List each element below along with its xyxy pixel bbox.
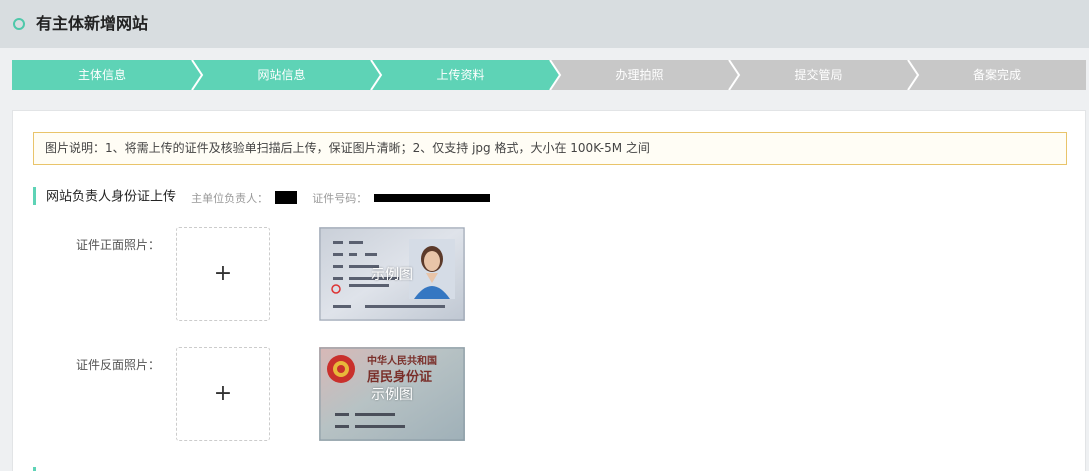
sample-caption: 示例图 — [371, 267, 413, 283]
redacted-id-number — [374, 193, 491, 202]
step-divider-arrow — [727, 60, 741, 90]
sample-caption: 示例图 — [371, 387, 413, 403]
page-title: 有主体新增网站 — [36, 14, 149, 33]
section-header: 网站负责人身份证上传 主单位负责人： 证件号码： — [33, 187, 491, 205]
step-label: 主体信息 — [77, 68, 126, 82]
back-photo-upload-button[interactable]: + — [176, 347, 270, 441]
front-sample-image: 示例图 — [319, 227, 465, 321]
plus-icon: + — [213, 261, 233, 286]
step-label: 网站信息 — [257, 68, 306, 82]
owner-label: 主单位负责人： — [191, 191, 269, 205]
front-photo-upload-button[interactable]: + — [176, 227, 270, 321]
step-upload-materials: 上传资料 — [371, 60, 550, 90]
step-complete: 备案完成 — [908, 60, 1086, 90]
step-submit: 提交管局 — [729, 60, 908, 90]
step-divider-arrow — [369, 60, 383, 90]
card-title-text: 中华人民共和国 — [367, 354, 437, 367]
back-photo-label: 证件反面照片： — [76, 358, 161, 372]
step-photo: 办理拍照 — [550, 60, 729, 90]
front-photo-label: 证件正面照片： — [76, 238, 161, 252]
redacted-owner-name — [275, 191, 298, 204]
step-label: 提交管局 — [794, 68, 843, 82]
step-subject-info: 主体信息 — [12, 60, 192, 90]
progress-steps: 主体信息 网站信息 上传资料 办理拍照 提交管局 备案完成 — [12, 60, 1086, 90]
next-section-marker — [33, 467, 36, 471]
step-label: 上传资料 — [436, 68, 485, 82]
id-number-label: 证件号码： — [312, 191, 368, 205]
page-header: 有主体新增网站 — [0, 0, 1089, 48]
upload-panel: 图片说明：1、将需上传的证件及核验单扫描后上传，保证图片清晰；2、仅支持 jpg… — [12, 110, 1086, 471]
notice-box: 图片说明：1、将需上传的证件及核验单扫描后上传，保证图片清晰；2、仅支持 jpg… — [33, 132, 1067, 165]
section-title: 网站负责人身份证上传 — [46, 189, 177, 205]
card-subtitle-text: 居民身份证 — [367, 369, 432, 385]
step-divider-arrow — [190, 60, 204, 90]
step-divider-arrow — [548, 60, 562, 90]
circle-icon — [13, 18, 25, 30]
step-label: 备案完成 — [972, 68, 1021, 82]
page: 有主体新增网站 主体信息 网站信息 上传资料 办理拍照 提交管局 备案完成 图片… — [0, 0, 1089, 471]
step-label: 办理拍照 — [615, 68, 664, 82]
step-website-info: 网站信息 — [192, 60, 371, 90]
plus-icon: + — [213, 381, 233, 406]
step-divider-arrow — [906, 60, 920, 90]
back-sample-image: 中华人民共和国 居民身份证 示例图 — [319, 347, 465, 441]
